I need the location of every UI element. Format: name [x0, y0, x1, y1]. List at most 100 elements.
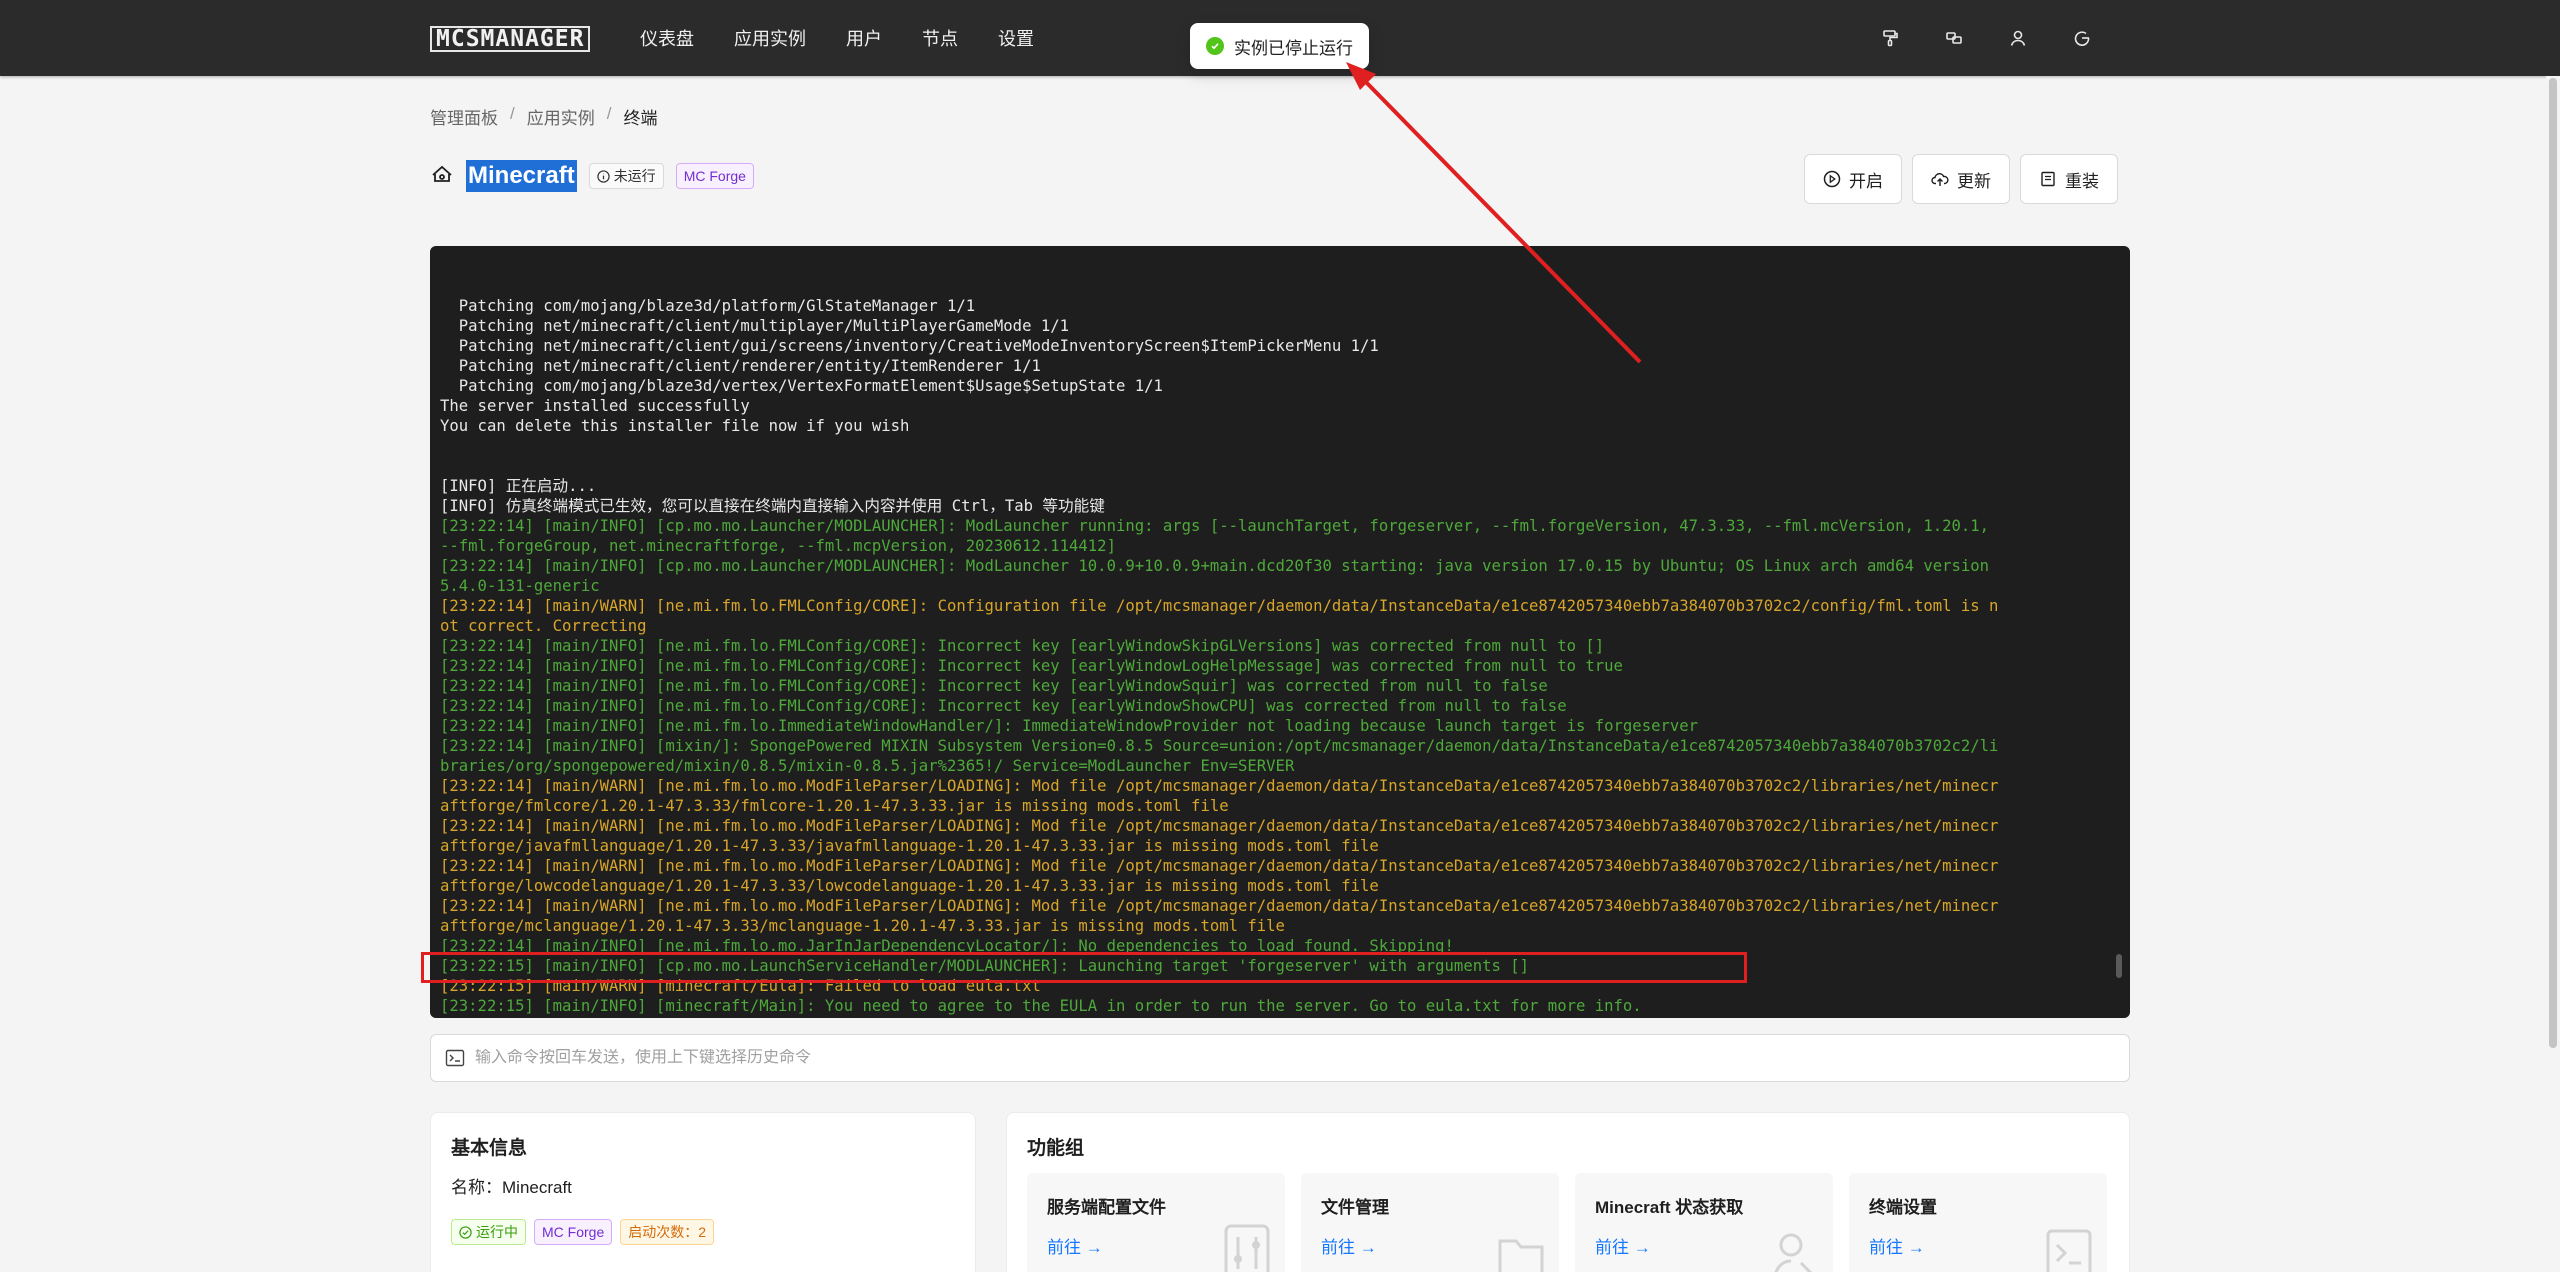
terminal-line: [23:22:14] [main/INFO] [ne.mi.fm.lo.FMLC… — [440, 697, 1567, 715]
terminal-line: [23:22:15] [main/INFO] [minecraft/Main]:… — [440, 997, 1642, 1015]
func-item-file-manager[interactable]: 文件管理 前往 → — [1301, 1173, 1559, 1272]
func-item-link[interactable]: 前往 → — [1869, 1233, 1925, 1258]
file-icon — [2041, 171, 2055, 187]
breadcrumb-separator: / — [510, 104, 515, 123]
mcsmanager-logo[interactable]: MCSMANAGER — [430, 26, 591, 52]
func-item-name: 服务端配置文件 — [1047, 1198, 1166, 1217]
terminal-line: Patching com/mojang/blaze3d/vertex/Verte… — [440, 377, 1163, 395]
instance-name: Minecraft — [466, 160, 577, 192]
basic-info-tags: 运行中 MC Forge 启动次数：2 — [451, 1219, 715, 1245]
terminal-line: --fml.forgeGroup, net.minecraftforge, --… — [440, 537, 1116, 555]
terminal-icon — [2046, 1229, 2092, 1272]
terminal-line: [23:22:14] [main/INFO] [ne.mi.fm.lo.FMLC… — [440, 637, 1605, 655]
start-button-label: 开启 — [1849, 171, 1883, 191]
main-nav: 仪表盘 应用实例 用户 节点 设置 — [640, 0, 1034, 76]
folder-icon — [1498, 1239, 1544, 1272]
paint-roller-icon[interactable] — [1880, 28, 1900, 48]
running-status-text: 运行中 — [476, 1224, 518, 1240]
annotation-highlight-box — [421, 952, 1747, 983]
status-badge: 未运行 — [588, 163, 664, 189]
terminal-scrollbar-thumb[interactable] — [2116, 954, 2122, 978]
settings-sliders-icon — [1224, 1224, 1270, 1272]
nav-item-instances[interactable]: 应用实例 — [734, 25, 806, 51]
nav-item-nodes[interactable]: 节点 — [922, 25, 958, 51]
terminal-line: [23:22:14] [main/WARN] [ne.mi.fm.lo.mo.M… — [440, 817, 1999, 835]
func-item-link[interactable]: 前往 → — [1047, 1233, 1103, 1258]
layout-icon[interactable] — [1944, 28, 1964, 48]
terminal-line: Patching com/mojang/blaze3d/platform/GlS… — [440, 297, 976, 315]
func-item-name: Minecraft 状态获取 — [1595, 1198, 1744, 1217]
logout-icon[interactable] — [2072, 28, 2092, 48]
terminal-line: [23:22:14] [main/WARN] [ne.mi.fm.lo.mo.M… — [440, 777, 1999, 795]
page-scrollbar-thumb[interactable] — [2549, 78, 2557, 1048]
function-group-card: 功能组 服务端配置文件 前往 → 文件管理 前往 → Minecraft 状态获… — [1006, 1112, 2130, 1272]
basic-info-title: 基本信息 — [451, 1138, 528, 1159]
terminal-line: 5.4.0-131-generic — [440, 577, 600, 595]
func-item-server-config[interactable]: 服务端配置文件 前往 → — [1027, 1173, 1285, 1272]
terminal-line: [23:22:14] [main/WARN] [ne.mi.fm.lo.mo.M… — [440, 897, 1999, 915]
func-item-name: 文件管理 — [1321, 1198, 1389, 1217]
update-button[interactable]: 更新 — [1912, 154, 2010, 204]
success-check-icon — [1206, 37, 1224, 55]
terminal-line: ot correct. Correcting — [440, 617, 647, 635]
breadcrumb: 管理面板 / 应用实例 / 终端 — [430, 104, 657, 129]
func-item-minecraft-status[interactable]: Minecraft 状态获取 前往 → — [1575, 1173, 1833, 1272]
search-user-icon — [1774, 1233, 1813, 1272]
nav-item-dashboard[interactable]: 仪表盘 — [640, 25, 694, 51]
instance-actions: 开启 更新 重装 — [1804, 154, 2118, 204]
terminal-line: [23:22:14] [main/INFO] [mixin/]: SpongeP… — [440, 737, 1999, 755]
user-icon[interactable] — [2008, 28, 2028, 48]
breadcrumb-instances[interactable]: 应用实例 — [527, 104, 595, 129]
terminal-line: aftforge/mclanguage/1.20.1-47.3.33/mclan… — [440, 917, 1285, 935]
type-badge: MC Forge — [675, 163, 754, 189]
reinstall-button[interactable]: 重装 — [2020, 154, 2118, 204]
terminal-line: [INFO] 正在启动... — [440, 477, 597, 495]
nav-item-settings[interactable]: 设置 — [998, 25, 1034, 51]
basic-info-name: 名称：Minecraft — [451, 1178, 572, 1197]
start-count-badge: 启动次数：2 — [620, 1219, 715, 1245]
function-group-grid: 服务端配置文件 前往 → 文件管理 前往 → Minecraft 状态获取 前往… — [1027, 1173, 2107, 1272]
page-scrollbar[interactable] — [2546, 76, 2560, 1272]
play-circle-icon — [1823, 170, 1841, 188]
terminal-output[interactable]: Patching com/mojang/blaze3d/platform/GlS… — [430, 246, 2130, 1018]
basic-info-card: 基本信息 名称：Minecraft 运行中 MC Forge 启动次数：2 — [430, 1112, 976, 1272]
instance-title-row: Minecraft 未运行 MC Forge — [430, 160, 754, 192]
terminal-line: [23:22:14] [main/INFO] [ne.mi.fm.lo.FMLC… — [440, 657, 1623, 675]
check-circle-icon — [459, 1225, 472, 1239]
terminal-line: Patching net/minecraft/client/renderer/e… — [440, 357, 1041, 375]
terminal-line: [INFO] 仿真终端模式已生效，您可以直接在终端内直接输入内容并使用 Ctrl… — [440, 497, 1105, 515]
terminal-line: [23:22:14] [main/INFO] [cp.mo.mo.Launche… — [440, 557, 1990, 575]
cloud-server-icon — [430, 162, 454, 191]
terminal-line: Patching net/minecraft/client/gui/screen… — [440, 337, 1379, 355]
command-input-bar — [430, 1034, 2130, 1082]
status-text: 未运行 — [613, 168, 656, 184]
terminal-line: The server installed successfully — [440, 397, 750, 415]
terminal-scrollbar[interactable] — [2114, 256, 2124, 1008]
command-input[interactable] — [475, 1049, 2129, 1067]
cloud-upload-icon — [1931, 173, 1949, 186]
func-item-terminal-settings[interactable]: 终端设置 前往 → — [1849, 1173, 2107, 1272]
func-item-link[interactable]: 前往 → — [1595, 1233, 1651, 1258]
terminal-line: aftforge/javafmllanguage/1.20.1-47.3.33/… — [440, 837, 1379, 855]
breadcrumb-separator: / — [606, 104, 612, 123]
toast-notification: 实例已停止运行 — [1190, 23, 1369, 69]
terminal-line: [23:22:14] [main/INFO] [ne.mi.fm.lo.FMLC… — [440, 677, 1548, 695]
func-item-link[interactable]: 前往 → — [1321, 1233, 1377, 1258]
terminal-line: aftforge/lowcodelanguage/1.20.1-47.3.33/… — [440, 877, 1379, 895]
terminal-line: [23:22:14] [main/WARN] [ne.mi.fm.lo.FMLC… — [440, 597, 1999, 615]
terminal-line: [23:22:14] [main/INFO] [cp.mo.mo.Launche… — [440, 517, 1990, 535]
terminal-line: [23:22:14] [main/WARN] [ne.mi.fm.lo.mo.M… — [440, 857, 1999, 875]
breadcrumb-terminal: 终端 — [623, 109, 658, 128]
terminal-line: [23:22:14] [main/INFO] [ne.mi.fm.lo.Imme… — [440, 717, 1699, 735]
nav-item-users[interactable]: 用户 — [846, 25, 882, 51]
toast-text: 实例已停止运行 — [1234, 38, 1353, 58]
info-icon — [597, 169, 610, 183]
reinstall-button-label: 重装 — [2065, 171, 2099, 191]
nav-tools — [1880, 0, 2092, 76]
start-button[interactable]: 开启 — [1804, 154, 1902, 204]
terminal-line: aftforge/fmlcore/1.20.1-47.3.33/fmlcore-… — [440, 797, 1229, 815]
terminal-line: You can delete this installer file now i… — [440, 417, 910, 435]
breadcrumb-dashboard[interactable]: 管理面板 — [430, 104, 498, 129]
